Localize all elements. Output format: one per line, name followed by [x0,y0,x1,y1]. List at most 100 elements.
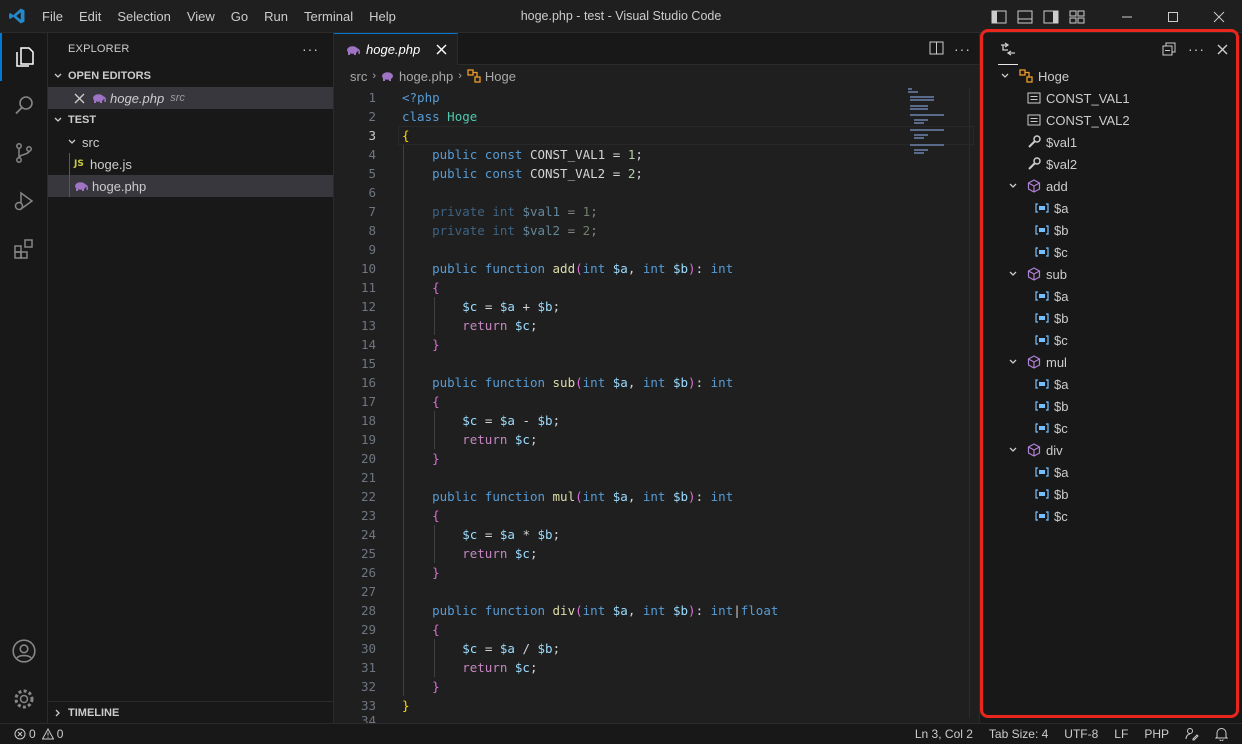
menu-view[interactable]: View [179,0,223,33]
warning-icon [41,728,54,740]
outline-label: mul [1046,354,1067,370]
method-cube-icon [1026,442,1042,458]
variable-symbol-icon [1034,244,1050,260]
outline-item-constant[interactable]: CONST_VAL2 [980,109,1242,131]
extensions-icon[interactable] [0,225,48,273]
outline-item-variable[interactable]: $b [980,395,1242,417]
open-editor-item[interactable]: hoge.php src [48,87,333,109]
outline-item-property[interactable]: $val2 [980,153,1242,175]
more-actions-icon[interactable]: ··· [954,41,971,57]
close-panel-icon[interactable] [1217,44,1228,55]
timeline-section[interactable]: TIMELINE [48,701,333,723]
search-icon[interactable] [0,81,48,129]
language-mode[interactable]: PHP [1136,724,1177,744]
outline-item-variable[interactable]: $a [980,373,1242,395]
account-icon[interactable] [0,627,48,675]
close-window-icon[interactable] [1196,0,1242,33]
toggle-secondary-sidebar-icon[interactable] [1038,0,1064,33]
outline-item-variable[interactable]: $c [980,329,1242,351]
file-hoge-php[interactable]: hoge.php [48,175,333,197]
breadcrumb-symbol[interactable]: Hoge [485,69,516,84]
outline-item-variable[interactable]: $a [980,461,1242,483]
explorer-icon[interactable] [0,33,48,81]
minimap[interactable] [906,88,966,158]
code-line: 19 return $c; [360,432,538,447]
menu-help[interactable]: Help [361,0,404,33]
outline-item-variable[interactable]: $c [980,505,1242,527]
outline-item-method[interactable]: div [980,439,1242,461]
breadcrumb-folder[interactable]: src [350,69,367,84]
outline-view-tab[interactable] [998,33,1018,65]
file-hoge-js[interactable]: JS hoge.js [48,153,333,175]
code-line: 2 class Hoge [368,109,478,124]
method-cube-icon [1026,354,1042,370]
collapse-all-icon[interactable] [1162,42,1176,56]
outline-item-constant[interactable]: CONST_VAL1 [980,87,1242,109]
outline-label: $val2 [1046,156,1078,172]
outline-label: $a [1054,288,1069,304]
end-of-line[interactable]: LF [1106,724,1136,744]
outline-item-variable[interactable]: $b [980,307,1242,329]
tab-size[interactable]: Tab Size: 4 [981,724,1056,744]
outline-item-variable[interactable]: $b [980,483,1242,505]
code-line: 8 private int $val2 = 2; [368,223,598,238]
run-debug-icon[interactable] [0,177,48,225]
close-editor-icon[interactable] [74,93,92,104]
type-hierarchy-icon [1000,41,1016,56]
toggle-primary-sidebar-icon[interactable] [986,0,1012,33]
outline-item-variable[interactable]: $c [980,417,1242,439]
variable-symbol-icon [1034,376,1050,392]
notifications-bell-icon[interactable] [1207,724,1242,744]
outline-item-method[interactable]: mul [980,351,1242,373]
maximize-icon[interactable] [1150,0,1196,33]
outline-item-variable[interactable]: $a [980,285,1242,307]
menu-terminal[interactable]: Terminal [296,0,361,33]
source-control-icon[interactable] [0,129,48,177]
php-elephant-icon [74,181,92,191]
menu-selection[interactable]: Selection [109,0,178,33]
outline-item-property[interactable]: $val1 [980,131,1242,153]
title-bar: File Edit Selection View Go Run Terminal… [0,0,1242,33]
customize-layout-icon[interactable] [1064,0,1090,33]
chevron-right-icon: › [458,70,462,82]
vertical-scrollbar[interactable] [969,88,979,718]
outline-label: $b [1054,486,1069,502]
feedback-icon[interactable] [1177,724,1207,744]
outline-item-class[interactable]: Hoge [980,65,1242,87]
outline-label: $c [1054,244,1068,260]
split-editor-icon[interactable] [929,41,944,58]
explorer-sidebar: EXPLORER ··· OPEN EDITORS hoge.php src T… [48,33,334,723]
cursor-position[interactable]: Ln 3, Col 2 [907,724,981,744]
more-actions-icon[interactable]: ··· [302,41,319,57]
problems-status[interactable]: 0 0 [0,724,71,744]
folder-src[interactable]: src [48,131,333,153]
code-editor[interactable]: 1 <?php 2 class Hoge 3{ 4 public const CON… [334,88,974,725]
toggle-panel-icon[interactable] [1012,0,1038,33]
tab-hoge-php[interactable]: hoge.php [334,33,459,65]
close-tab-icon[interactable] [436,44,447,55]
outline-item-variable[interactable]: $a [980,197,1242,219]
activity-bar [0,33,48,723]
outline-label: div [1046,442,1063,458]
menu-go[interactable]: Go [223,0,256,33]
outline-item-method[interactable]: add [980,175,1242,197]
outline-item-variable[interactable]: $c [980,241,1242,263]
menu-edit[interactable]: Edit [71,0,109,33]
menu-file[interactable]: File [34,0,71,33]
minimize-icon[interactable] [1104,0,1150,33]
menu-run[interactable]: Run [256,0,296,33]
open-editors-section[interactable]: OPEN EDITORS [48,65,333,87]
manage-gear-icon[interactable] [0,675,48,723]
folder-section[interactable]: TEST [48,109,333,131]
breadcrumb-file[interactable]: hoge.php [399,69,453,84]
outline-label: $c [1054,508,1068,524]
status-bar: 0 0 Ln 3, Col 2 Tab Size: 4 UTF-8 LF PHP [0,723,1242,744]
more-actions-icon[interactable]: ··· [1188,41,1205,57]
encoding[interactable]: UTF-8 [1056,724,1106,744]
chevron-down-icon [62,137,82,147]
variable-symbol-icon [1034,486,1050,502]
outline-item-variable[interactable]: $b [980,219,1242,241]
outline-label: add [1046,178,1068,194]
outline-label: CONST_VAL1 [1046,90,1130,106]
outline-item-method[interactable]: sub [980,263,1242,285]
